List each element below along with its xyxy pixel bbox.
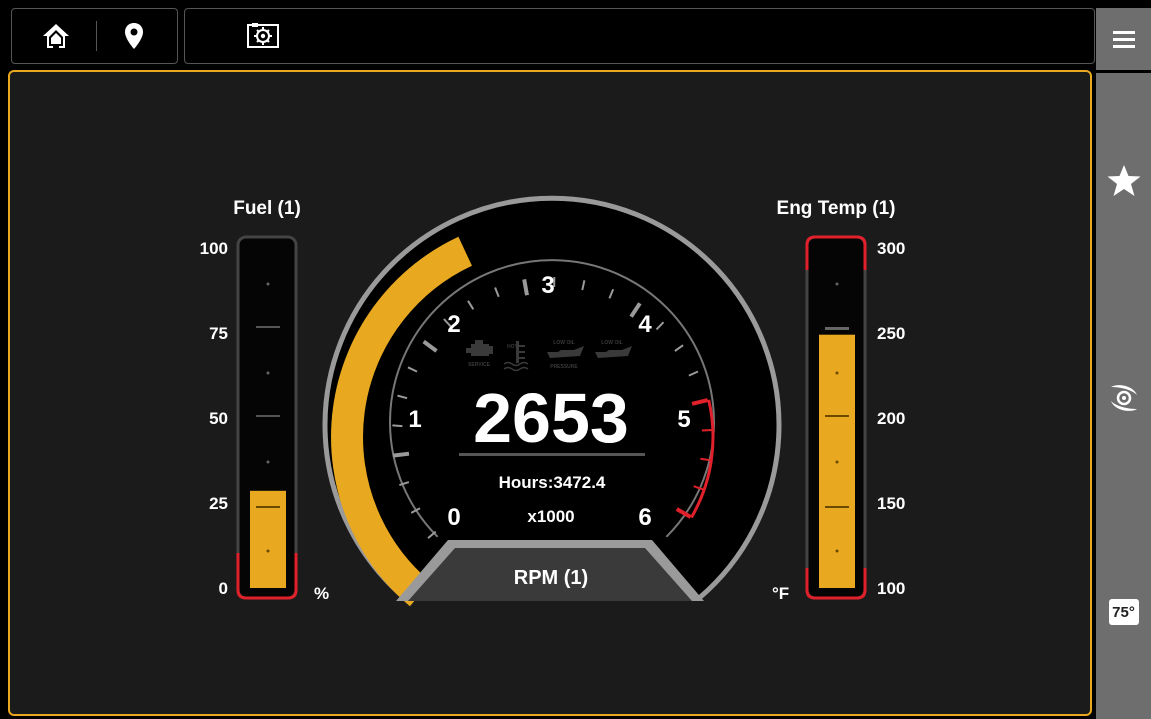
fuel-level-bar [250,490,286,588]
rpm-dial-2: 2 [447,311,460,338]
low-oil-label: LOW OIL [601,340,622,346]
hot-icon-label: HOT [507,344,518,350]
temp-gauge-title: Eng Temp (1) [777,198,896,219]
service-icon-label: SERVICE [468,362,491,368]
rpm-tick-3000 [522,279,529,296]
temp-tick-250: 250 [877,324,905,343]
gauges-canvas: Fuel (1) 100 75 50 25 0 % Eng Temp (1) 3… [200,195,905,607]
temp-unit: °F [772,584,789,603]
temp-tick-200: 200 [877,409,905,428]
rpm-value: 2653 [473,379,629,457]
rpm-multiplier: x1000 [527,507,574,526]
fuel-tick-100: 100 [200,239,228,258]
fuel-tick-0: 0 [219,579,228,598]
temp-tick-150: 150 [877,494,905,513]
fuel-tick-50: 50 [209,409,228,428]
fuel-tick-75: 75 [209,324,228,343]
rpm-dial-6: 6 [638,504,651,531]
low-oil-pressure-bottom-label: PRESSURE [550,364,578,370]
rpm-dial-5: 5 [677,406,690,433]
low-oil-pressure-top-label: LOW OIL [553,340,574,346]
rpm-gauge-label: RPM (1) [514,567,588,589]
rpm-dial-3: 3 [541,272,554,299]
temp-tick-100: 100 [877,579,905,598]
fuel-gauge-title: Fuel (1) [233,198,301,219]
rpm-value-underline [459,453,645,456]
rpm-dial-1: 1 [408,406,421,433]
engine-hours: Hours:3472.4 [499,473,606,492]
rpm-tick-1250 [392,424,403,428]
rpm-dial-0: 0 [447,504,460,531]
rpm-dial-4: 4 [638,311,652,338]
rpm-gauge: 0 1 2 3 4 5 6 SERVICE HOT LOW OIL PRESSU… [322,195,782,607]
rpm-tick-1000 [392,451,410,458]
rpm-tick-5250 [701,429,712,432]
fuel-tick-25: 25 [209,494,228,513]
fuel-unit: % [314,584,329,603]
temp-tick-300: 300 [877,239,905,258]
